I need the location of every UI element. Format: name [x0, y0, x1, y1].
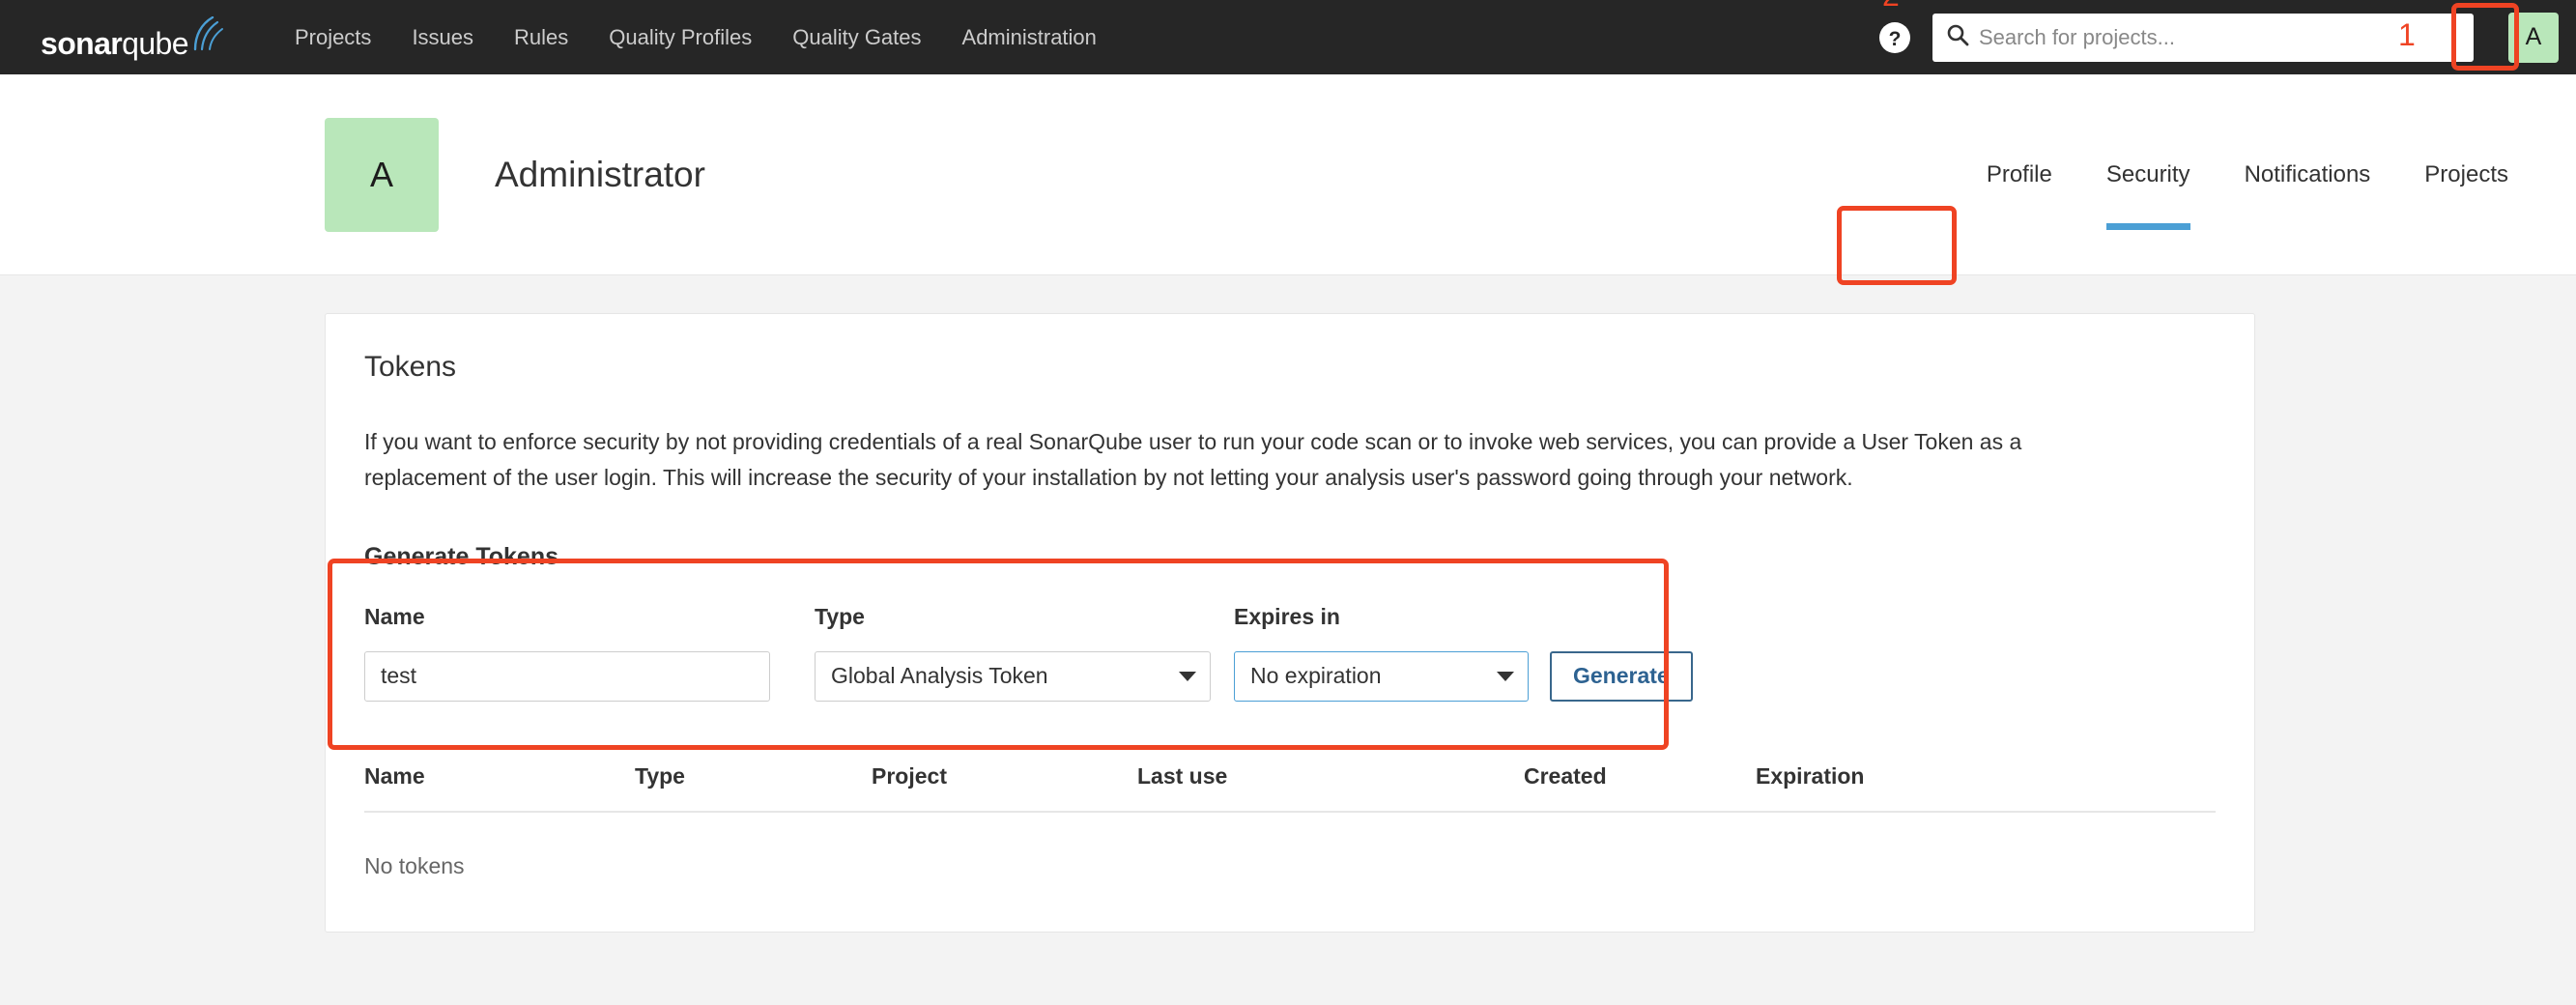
nav-item-issues[interactable]: Issues: [391, 0, 494, 74]
search-box[interactable]: [1932, 13, 2474, 62]
token-type-selected-value: Global Analysis Token: [831, 663, 1048, 689]
user-identity: A Administrator: [325, 117, 705, 232]
user-tabs: Profile Security Notifications Projects: [1960, 74, 2535, 274]
user-avatar-button[interactable]: A: [2508, 12, 2559, 63]
chevron-down-icon: [1497, 671, 1514, 681]
chevron-down-icon: [1179, 671, 1196, 681]
column-header-type[interactable]: Type: [635, 745, 872, 813]
table-row-empty: No tokens: [364, 812, 2216, 889]
tab-notifications[interactable]: Notifications: [2218, 74, 2398, 274]
tokens-table-body: No tokens: [364, 812, 2216, 889]
tokens-description: If you want to enforce security by not p…: [364, 429, 2022, 491]
tab-projects[interactable]: Projects: [2397, 74, 2535, 274]
column-header-expiration[interactable]: Expiration: [1756, 745, 2216, 813]
token-name-input[interactable]: [364, 650, 770, 702]
page-title: Administrator: [495, 154, 705, 194]
token-type-select[interactable]: Global Analysis Token: [815, 650, 1211, 702]
generate-tokens-form: Generate Tokens Name Type Global Analysi…: [364, 537, 2216, 729]
search-icon: [1946, 23, 1969, 51]
top-navigation-bar: sonar qube Projects Issues Rules Quality…: [0, 0, 2576, 74]
sonarqube-logo[interactable]: sonar qube: [41, 15, 224, 61]
token-expires-label: Expires in: [1234, 603, 1340, 629]
logo-text-sonar: sonar: [41, 25, 123, 61]
annotation-box-2: [1837, 206, 1957, 285]
generate-button[interactable]: Generate: [1550, 650, 1693, 702]
user-header: A Administrator Profile Security Notific…: [0, 0, 2576, 285]
token-name-label: Name: [364, 603, 425, 629]
nav-item-administration[interactable]: Administration: [942, 0, 1117, 74]
page-body: Tokens If you want to enforce security b…: [0, 313, 2576, 1005]
tokens-section-title: Tokens: [364, 351, 457, 383]
tokens-card: Tokens If you want to enforce security b…: [325, 313, 2255, 933]
logo-text-qube: qube: [122, 25, 188, 61]
main-menu: Projects Issues Rules Quality Profiles Q…: [274, 0, 1117, 74]
nav-item-rules[interactable]: Rules: [494, 0, 588, 74]
help-circle-icon[interactable]: ?: [1876, 19, 1913, 56]
search-input[interactable]: [1979, 24, 2460, 50]
tab-profile[interactable]: Profile: [1960, 74, 2079, 274]
nav-item-projects[interactable]: Projects: [274, 0, 391, 74]
top-nav-right-group: ? A: [1876, 12, 2576, 63]
empty-state-message: No tokens: [364, 852, 465, 878]
generate-form-row: Name Type Global Analysis Token Expires …: [364, 604, 2216, 702]
token-expires-select[interactable]: No expiration: [1234, 650, 1529, 702]
nav-item-quality-gates[interactable]: Quality Gates: [772, 0, 941, 74]
column-header-name[interactable]: Name: [364, 745, 635, 813]
generate-tokens-heading: Generate Tokens: [364, 542, 559, 570]
tokens-table: Name Type Project Last use Created Expir…: [364, 745, 2216, 889]
svg-text:?: ?: [1889, 28, 1902, 50]
logo-wave-icon: [191, 15, 224, 56]
column-header-created[interactable]: Created: [1524, 745, 1756, 813]
token-expires-field-group: Expires in No expiration: [1234, 604, 1529, 702]
nav-item-quality-profiles[interactable]: Quality Profiles: [588, 0, 772, 74]
tab-security[interactable]: Security: [2079, 74, 2218, 274]
token-type-field-group: Type Global Analysis Token: [815, 604, 1211, 702]
token-name-field-group: Name: [364, 604, 770, 702]
tokens-table-head: Name Type Project Last use Created Expir…: [364, 745, 2216, 813]
avatar: A: [325, 117, 439, 232]
token-expires-selected-value: No expiration: [1250, 663, 1382, 689]
tokens-table-header-row: Name Type Project Last use Created Expir…: [364, 745, 2216, 813]
token-type-label: Type: [815, 603, 865, 629]
column-header-last-use[interactable]: Last use: [1137, 745, 1524, 813]
column-header-project[interactable]: Project: [872, 745, 1137, 813]
